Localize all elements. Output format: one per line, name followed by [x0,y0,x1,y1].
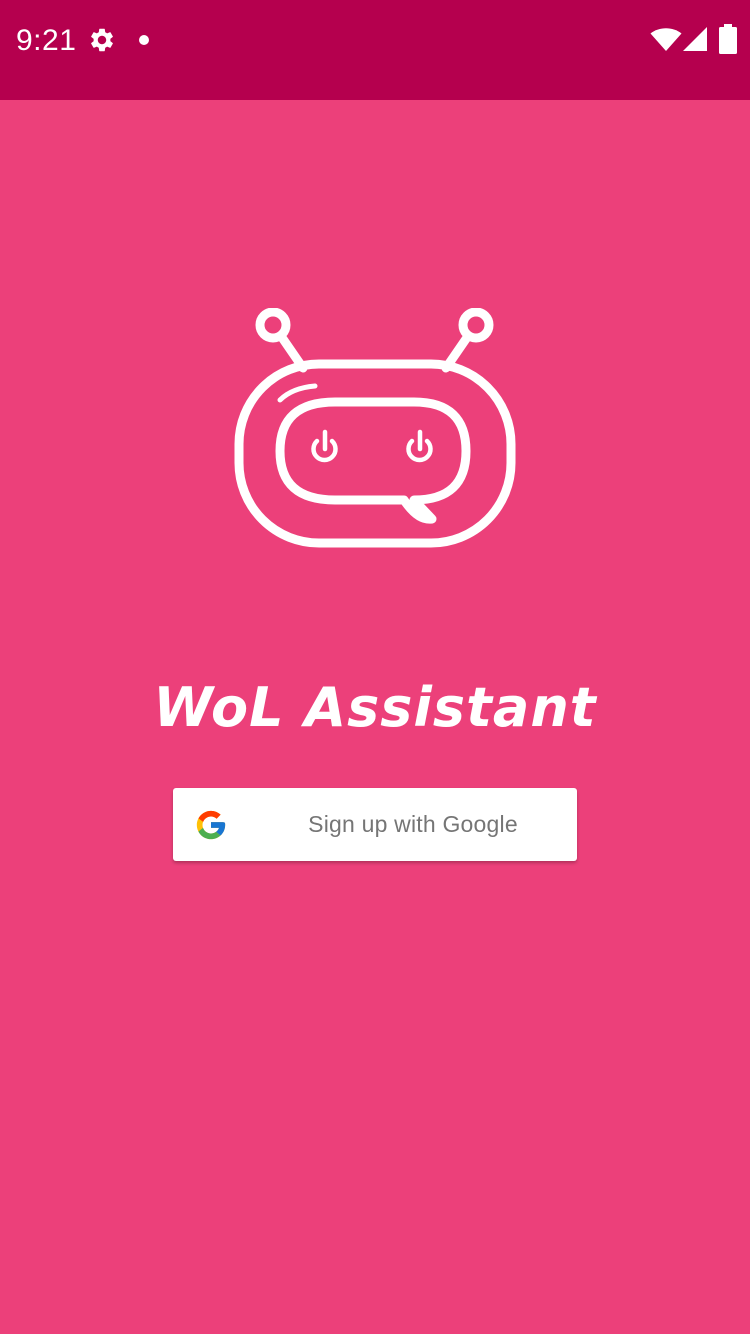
app-title: WoL Assistant [153,676,597,739]
robot-chat-icon [234,308,516,548]
battery-icon [719,24,737,54]
cell-signal-icon [683,27,707,51]
google-g-icon [196,810,226,840]
status-bar: 9:21 [0,0,750,100]
wifi-icon [650,28,682,51]
status-time: 9:21 [16,24,77,57]
notification-dot-icon [139,35,149,45]
google-signup-label: Sign up with Google [308,811,518,837]
settings-gear-icon [91,28,113,52]
google-signup-button[interactable]: Sign up with Google [173,788,577,861]
